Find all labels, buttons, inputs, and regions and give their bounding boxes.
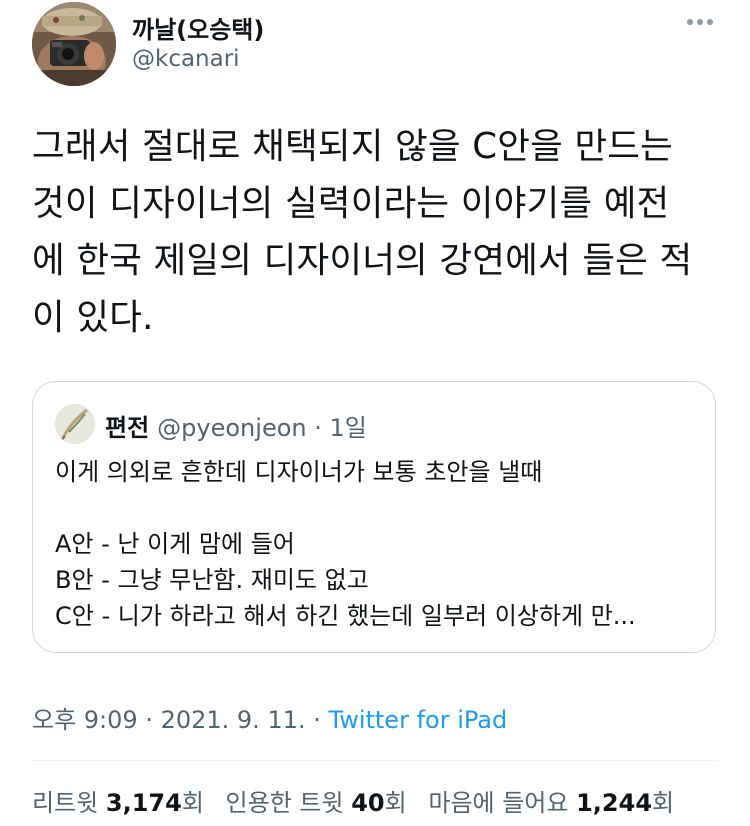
meta-separator: · (305, 706, 329, 734)
retweets-label: 리트윗 (32, 789, 99, 817)
author-handle[interactable]: @kcanari (132, 46, 240, 72)
camera-photographer-icon (32, 2, 116, 86)
quoted-author-avatar[interactable] (55, 404, 95, 444)
quoted-tweet-card[interactable]: 편전 @pyeonjeon · 1일 이게 의외로 흔한데 디자이너가 보통 초안… (32, 381, 716, 653)
tweet-line: 것이 디자이너의 실력이라는 이야기를 예전 (32, 183, 670, 224)
tweet-source-link[interactable]: Twitter for iPad (329, 706, 508, 734)
retweets-unit: 회 (181, 789, 204, 817)
retweets-count: 3,174 (105, 789, 182, 817)
quoted-tweet-text: 이게 의외로 흔한데 디자이너가 보통 초안을 낼때 A안 - 난 이게 맘에 … (55, 454, 695, 634)
tweet-line: 이 있다. (32, 297, 154, 338)
tweet-date[interactable]: 2021. 9. 11. (161, 706, 306, 734)
quoted-line: C안 - 니가 하라고 해서 하긴 했는데 일부러 이상하게 만... (55, 602, 636, 630)
more-icon[interactable] (682, 10, 718, 34)
tweet-time[interactable]: 오후 9:09 (32, 706, 138, 734)
author-name[interactable]: 까날(오승택) (132, 10, 264, 45)
quotes-unit: 회 (384, 789, 407, 817)
quotes-count: 40 (351, 789, 385, 817)
divider (32, 760, 718, 761)
tweet-header: 까날(오승택) @kcanari (32, 2, 722, 86)
quoted-timestamp[interactable]: 1일 (330, 414, 367, 442)
quoted-tweet-header: 편전 @pyeonjeon · 1일 (105, 408, 367, 443)
quoted-line: 이게 의외로 흔한데 디자이너가 보통 초안을 낼때 (55, 458, 543, 486)
author-avatar[interactable] (32, 2, 116, 86)
meta-separator: · (137, 706, 161, 734)
quoted-line: B안 - 그냥 무난함. 재미도 없고 (55, 566, 369, 594)
likes-count: 1,244 (576, 789, 653, 817)
quotes-stat[interactable]: 인용한 트윗 40회 (226, 789, 407, 817)
quoted-author-name[interactable]: 편전 (105, 414, 149, 442)
tweet-metadata: 오후 9:09 · 2021. 9. 11. · Twitter for iPa… (32, 700, 507, 735)
likes-stat[interactable]: 마음에 들어요 1,244회 (428, 789, 674, 817)
quoted-separator: · (306, 414, 330, 442)
likes-label: 마음에 들어요 (428, 789, 569, 817)
likes-unit: 회 (652, 789, 675, 817)
retweets-stat[interactable]: 리트윗 3,174회 (32, 789, 204, 817)
tweet-text: 그래서 절대로 채택되지 않을 C안을 만드는 것이 디자이너의 실력이라는 이… (32, 118, 722, 346)
tweet-stats: 리트윗 3,174회 인용한 트윗 40회 마음에 들어요 1,244회 (32, 783, 688, 818)
feather-icon (55, 404, 95, 444)
tweet-line: 그래서 절대로 채택되지 않을 C안을 만드는 (32, 126, 674, 167)
quoted-line: A안 - 난 이게 맘에 들어 (55, 530, 295, 558)
tweet-line: 에 한국 제일의 디자이너의 강연에서 들은 적 (32, 240, 693, 281)
quoted-line (55, 490, 695, 526)
quotes-label: 인용한 트윗 (225, 789, 344, 817)
quoted-author-handle[interactable]: @pyeonjeon (157, 414, 306, 442)
